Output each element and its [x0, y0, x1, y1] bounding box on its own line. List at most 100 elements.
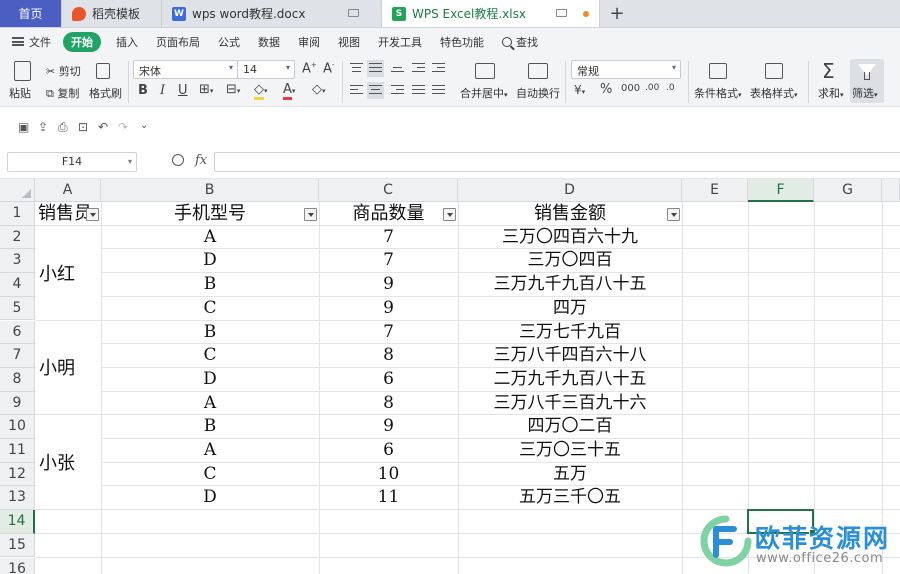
table-cell[interactable]: 7	[319, 226, 458, 250]
table-cell[interactable]: 三万〇四百六十九	[458, 226, 682, 250]
table-cell[interactable]: 7	[319, 249, 458, 273]
tab-excel-doc[interactable]: S WPS Excel教程.xlsx	[382, 0, 600, 27]
table-cell[interactable]: 11	[319, 486, 458, 510]
menu-developer[interactable]: 开发工具	[369, 34, 431, 50]
row-header-13[interactable]: 13	[0, 486, 35, 511]
undo-icon[interactable]: ↶	[98, 120, 108, 134]
menu-formulas[interactable]: 公式	[209, 34, 249, 50]
row-header-3[interactable]: 3	[0, 249, 35, 274]
table-cell[interactable]: B	[101, 321, 319, 345]
row-header-9[interactable]: 9	[0, 391, 35, 416]
row-header-7[interactable]: 7	[0, 344, 35, 368]
fx-label[interactable]: fx	[195, 153, 207, 168]
filter-dropdown-icon[interactable]	[667, 208, 680, 221]
borders-button[interactable]: ⊞▾	[199, 82, 213, 97]
indent-increase-icon[interactable]	[432, 63, 445, 74]
redo-icon[interactable]: ↷	[118, 120, 128, 134]
menu-data[interactable]: 数据	[249, 34, 289, 50]
menu-start[interactable]: 开始	[63, 31, 101, 52]
row-header-15[interactable]: 15	[0, 533, 35, 558]
align-top-icon[interactable]	[350, 63, 363, 74]
row-header-1[interactable]: 1	[0, 202, 35, 226]
table-cell[interactable]: A	[101, 226, 319, 250]
tab-home[interactable]: 首页	[0, 0, 62, 27]
tab-word-doc[interactable]: Wwps word教程.docx	[162, 0, 382, 27]
merge-borders-button[interactable]: ⊟▾	[226, 82, 240, 97]
row-header-8[interactable]: 8	[0, 367, 35, 392]
print-preview-icon[interactable]: ⊡	[78, 120, 88, 134]
table-cell[interactable]: 三万〇四百	[458, 249, 682, 273]
table-cell[interactable]: 6	[319, 439, 458, 463]
formula-input[interactable]	[214, 152, 900, 172]
merged-cell-salesperson[interactable]: 小明	[36, 320, 101, 415]
menu-insert[interactable]: 插入	[107, 34, 147, 50]
table-cell[interactable]: 8	[319, 392, 458, 416]
menu-search[interactable]: 查找	[493, 34, 547, 50]
number-format-select[interactable]: 常规 ▾	[571, 60, 681, 79]
filter-dropdown-icon[interactable]	[443, 208, 456, 221]
table-cell[interactable]: 三万七千九百	[458, 321, 682, 345]
table-cell[interactable]: 9	[319, 297, 458, 321]
align-middle-icon[interactable]	[367, 60, 384, 78]
column-header-a[interactable]: A	[35, 179, 101, 202]
monitor-icon[interactable]	[348, 9, 359, 17]
table-cell[interactable]: D	[101, 486, 319, 510]
clear-format-button[interactable]: ◇▾	[312, 82, 326, 97]
align-right-icon[interactable]	[391, 85, 404, 96]
table-cell[interactable]: 6	[319, 368, 458, 392]
font-name-select[interactable]: 宋体 ▾	[133, 60, 238, 79]
copy-button[interactable]: ⧉ 复制	[46, 85, 79, 101]
row-header-14[interactable]: 14	[0, 510, 35, 534]
decrease-decimal-button[interactable]: .0	[666, 83, 675, 93]
filter-button[interactable]: 筛选▾	[850, 59, 884, 103]
save-icon[interactable]: ▣	[18, 120, 29, 134]
add-tab-button[interactable]: +	[600, 0, 634, 27]
table-cell[interactable]: 9	[319, 273, 458, 297]
table-cell[interactable]: D	[101, 368, 319, 392]
row-header-2[interactable]: 2	[0, 225, 35, 250]
zoom-formula-icon[interactable]	[172, 154, 184, 166]
align-center-icon[interactable]	[367, 82, 384, 100]
menu-special-features[interactable]: 特色功能	[431, 34, 493, 50]
bold-button[interactable]: B	[138, 83, 148, 98]
table-cell[interactable]: 四万	[458, 297, 682, 321]
name-box[interactable]: F14 ▾	[7, 152, 137, 172]
table-cell[interactable]: 二万九千九百八十五	[458, 368, 682, 392]
table-cell[interactable]: B	[101, 415, 319, 439]
merged-cell-salesperson[interactable]: 小红	[36, 225, 101, 320]
table-cell[interactable]: A	[101, 392, 319, 416]
print-icon[interactable]: ⎙	[58, 120, 68, 135]
table-cell[interactable]: C	[101, 297, 319, 321]
table-cell[interactable]: 三万九千九百八十五	[458, 273, 682, 297]
currency-button[interactable]: ¥▾	[574, 83, 585, 97]
distributed-icon[interactable]	[432, 85, 445, 96]
row-header-10[interactable]: 10	[0, 415, 35, 439]
row-header-11[interactable]: 11	[0, 439, 35, 463]
table-cell[interactable]: 7	[319, 321, 458, 345]
filter-dropdown-icon[interactable]	[304, 208, 317, 221]
column-header-f[interactable]: F	[748, 179, 814, 202]
font-color-button[interactable]: A▾	[283, 82, 295, 100]
menu-file[interactable]: 文件	[0, 34, 57, 50]
decrease-font-button[interactable]: A-	[323, 61, 334, 76]
tab-daoke-templates[interactable]: 稻壳模板	[62, 0, 162, 27]
menu-view[interactable]: 视图	[329, 34, 369, 50]
font-size-select[interactable]: 14 ▾	[237, 60, 295, 79]
table-cell[interactable]: C	[101, 344, 319, 368]
select-all-corner[interactable]	[0, 179, 35, 202]
italic-button[interactable]: I	[160, 83, 165, 98]
table-cell[interactable]: D	[101, 249, 319, 273]
table-cell[interactable]: 8	[319, 344, 458, 368]
header-cell[interactable]: 销售金额	[458, 202, 682, 226]
table-cell[interactable]: 三万八千四百六十八	[458, 344, 682, 368]
column-header-c[interactable]: C	[319, 179, 458, 202]
merged-cell-salesperson[interactable]: 小张	[36, 415, 101, 510]
thousands-button[interactable]: 000	[621, 83, 640, 94]
increase-font-button[interactable]: A+	[302, 61, 317, 76]
filter-dropdown-icon[interactable]	[86, 208, 99, 221]
table-cell[interactable]: 五万	[458, 463, 682, 487]
table-cell[interactable]: 9	[319, 415, 458, 439]
justify-icon[interactable]	[412, 85, 425, 96]
row-header-6[interactable]: 6	[0, 320, 35, 345]
fill-color-button[interactable]: ◇▾	[254, 82, 268, 100]
